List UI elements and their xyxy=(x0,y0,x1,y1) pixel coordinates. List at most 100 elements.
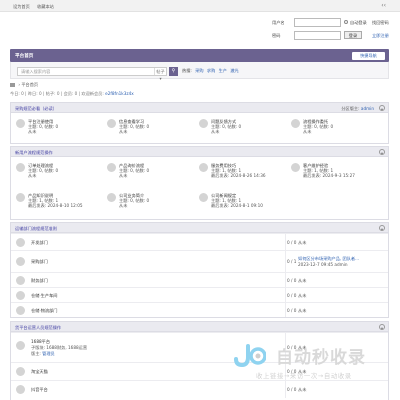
hot-label: 热搜: xyxy=(182,68,192,73)
remember-label[interactable]: 自动登录 xyxy=(350,20,367,26)
forum-icon xyxy=(199,119,208,128)
hot-term[interactable]: 生产 xyxy=(219,68,227,73)
forum-cell[interactable]: 问题反馈方式 主题: 0, 帖数: 0 从未 xyxy=(199,119,291,143)
forum-icon xyxy=(199,193,208,202)
forum-row[interactable]: 仓储·生产车间 0 / 0 从未 xyxy=(11,287,388,302)
forum-cell[interactable]: 公司业务简介 主题: 0, 帖数: 0 从未 xyxy=(107,193,199,217)
forum-cell[interactable]: 流程操作委托 主题: 0, 帖数: 0 从未 xyxy=(291,119,383,143)
forgot-password-link[interactable]: 找回密码 xyxy=(372,20,389,26)
forum-last: 最后发表: 2024-8-1 09:10 xyxy=(211,203,263,208)
forum-icon xyxy=(16,163,25,172)
forum-moderators: 版主: 管理员 xyxy=(31,351,55,357)
forum-icon xyxy=(107,163,116,172)
forum-last: 从未 xyxy=(119,173,128,178)
forum-icon xyxy=(16,291,25,300)
section-title[interactable]: 采购规范必看（必读） xyxy=(15,106,57,112)
row-divider xyxy=(285,273,286,287)
search-icon[interactable]: ⚲ xyxy=(169,66,178,76)
nav-home-tab[interactable]: 平台首页 xyxy=(15,53,33,59)
bookmark-link[interactable]: 收藏本站 xyxy=(37,4,54,9)
section-title[interactable]: 新用户流程规范操作 xyxy=(15,150,53,156)
section-moderator: 分区版主: admin xyxy=(341,106,374,112)
breadcrumb: › 平台首页 xyxy=(10,82,389,90)
forum-icon xyxy=(16,257,25,266)
forum-icon xyxy=(16,238,25,247)
forum-count: 0 / 0 xyxy=(287,278,297,283)
forum-last: 从未 xyxy=(119,129,128,134)
forum-name[interactable]: 抖音平台 xyxy=(31,387,48,393)
password-input[interactable] xyxy=(294,31,341,40)
main-nav: 平台首页 快捷导航 xyxy=(10,49,389,62)
stats-text: 今日: 0 | 昨日: 0 | 帖子: 0 | 会员: 0 | 欢迎新会员: xyxy=(10,91,104,96)
hot-term[interactable]: 求购 xyxy=(207,68,215,73)
quick-nav-button[interactable]: 快捷导航 xyxy=(352,51,385,60)
collapse-icon[interactable]: ▴ xyxy=(379,225,385,231)
forum-cell[interactable]: 订单处理流程 主题: 0, 帖数: 0 从未 xyxy=(16,163,108,187)
forum-last: 从未 xyxy=(298,293,307,298)
forum-last: 从未 xyxy=(211,129,220,134)
forum-last: 从未 xyxy=(298,278,307,283)
watermark: 自动秒收录 收上链接→来访一次→自动收录 xyxy=(232,343,392,393)
login-button[interactable]: 登录 xyxy=(344,31,362,39)
forum-cell[interactable]: 平台注册使用 主题: 0, 帖数: 0 从未 xyxy=(16,119,108,143)
forum-cell[interactable]: 信息查看学习 主题: 0, 帖数: 0 从未 xyxy=(107,119,199,143)
forum-row[interactable]: 采购部门 0 / 1 如何区分市场采购产品, 团队者... 2023-12-7 … xyxy=(11,250,388,272)
forum-icon xyxy=(107,193,116,202)
watermark-brand: 自动秒收录 xyxy=(276,348,366,368)
forum-cell[interactable]: 客户维护经验 主题: 1, 帖数: 1 最后发表: 2024-9-3 15:27 xyxy=(291,163,383,187)
row-divider xyxy=(285,251,286,272)
moderator-label: 分区版主: xyxy=(341,105,360,111)
watermark-logo-icon xyxy=(234,344,266,367)
moderators-label: 版主: xyxy=(31,351,41,356)
forum-count: 0 / 0 xyxy=(287,308,297,313)
collapse-icon[interactable]: ▴ xyxy=(379,105,385,111)
remember-checkbox[interactable] xyxy=(344,20,348,24)
forum-icon xyxy=(16,341,25,350)
set-homepage-link[interactable]: 设为首页 xyxy=(13,4,30,9)
forum-row[interactable]: 开发部门 0 / 0 从未 xyxy=(11,233,388,250)
watermark-slogan: 收上链接→来访一次→自动收录 xyxy=(256,372,352,380)
forum-icon xyxy=(16,385,25,394)
forum-last: 最后发表: 2024-8-10 12:05 xyxy=(28,203,83,208)
last-post-link[interactable]: 如何区分市场采购产品, 团队者... xyxy=(298,256,359,261)
register-link[interactable]: 立即注册 xyxy=(372,33,389,39)
section-title[interactable]: 货平台运营人员规范操作 xyxy=(15,325,61,331)
section-header: 采购规范必看（必读） 分区版主: admin ▴ xyxy=(11,103,388,113)
forum-name[interactable]: 淘宝天猫 xyxy=(31,369,48,375)
last-post-time: 2023-12-7 09:45 admin xyxy=(298,262,348,267)
section-header: 货平台运营人员规范操作 ▴ xyxy=(11,322,388,332)
forum-name[interactable]: 采购部门 xyxy=(31,259,48,265)
home-icon[interactable] xyxy=(10,83,15,87)
moderator-link[interactable]: 管理员 xyxy=(42,351,55,356)
search-scope-select[interactable]: 帖子 ▾ xyxy=(154,67,166,81)
forum-name[interactable]: 财务部门 xyxy=(31,278,48,284)
search-scope-value: 帖子 xyxy=(156,68,165,74)
section-header: 运输部门流程规范准则 ▴ xyxy=(11,223,388,233)
forum-cell[interactable]: 公司新闻规定 主题: 1, 帖数: 1 最后发表: 2024-8-1 09:10 xyxy=(199,193,291,217)
forum-row[interactable]: 财务部门 0 / 0 从未 xyxy=(11,272,388,287)
moderator-link[interactable]: admin xyxy=(361,106,374,111)
forum-name[interactable]: 仓储·生产车间 xyxy=(31,293,57,299)
section-title[interactable]: 运输部门流程规范准则 xyxy=(15,226,57,232)
newest-member-link[interactable]: e2f8fn1k3z4x xyxy=(105,91,134,96)
forum-icon xyxy=(291,119,300,128)
forum-name[interactable]: 仓储·物流部门 xyxy=(31,308,57,314)
search-input[interactable]: 请输入搜索内容 帖子 ▾ xyxy=(17,66,167,81)
forum-icon xyxy=(16,306,25,315)
forum-cell[interactable]: 产品知识说明 主题: 1, 帖数: 1 最后发表: 2024-8-10 12:05 xyxy=(16,193,108,217)
hot-term[interactable]: 采购 xyxy=(195,68,203,73)
search-bar: 请输入搜索内容 帖子 ▾ ⚲ 热搜: 采购 求购 生产 激光 xyxy=(10,62,389,81)
section-header: 新用户流程规范操作 ▴ xyxy=(11,147,388,157)
hot-term[interactable]: 激光 xyxy=(230,68,238,73)
collapse-icon[interactable]: ▴ xyxy=(379,149,385,155)
password-label: 密码 xyxy=(272,33,281,38)
forum-stats: 今日: 0 | 昨日: 0 | 帖子: 0 | 会员: 0 | 欢迎新会员: e… xyxy=(10,91,389,99)
double-chevron-icon[interactable]: ‹‹ xyxy=(381,2,386,9)
collapse-icon[interactable]: ▴ xyxy=(379,324,385,330)
forum-name[interactable]: 开发部门 xyxy=(31,240,48,246)
forum-cell[interactable]: 服务费用技巧 主题: 1, 帖数: 1 最后发表: 2024-8-26 14:36 xyxy=(199,163,291,187)
forum-row[interactable]: 仓储·物流部门 0 / 0 从未 xyxy=(11,302,388,317)
username-input[interactable] xyxy=(294,18,341,27)
forum-cell[interactable]: 产品询价流程 主题: 0, 帖数: 0 从未 xyxy=(107,163,199,187)
breadcrumb-home[interactable]: 平台首页 xyxy=(21,82,38,87)
